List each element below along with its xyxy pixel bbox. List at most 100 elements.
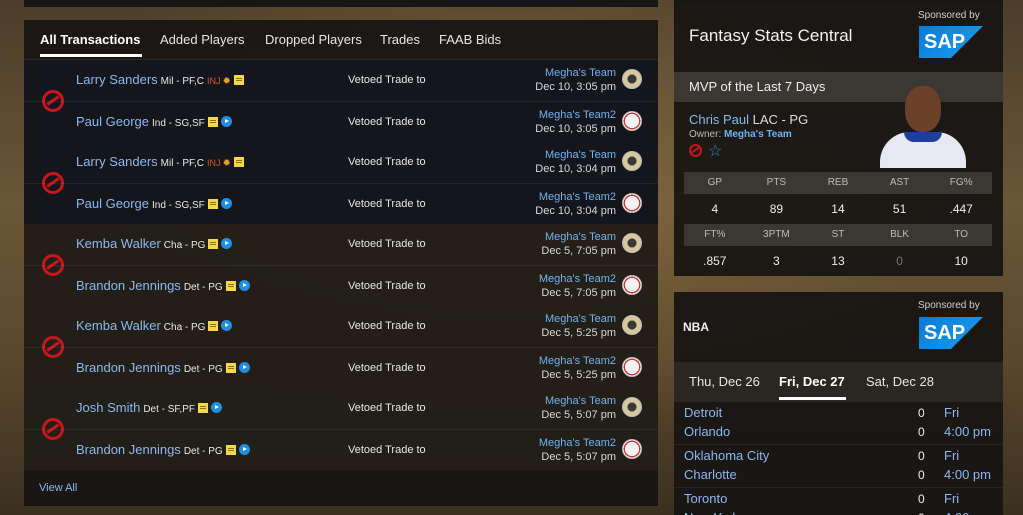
note-icon[interactable] — [208, 239, 219, 249]
tab-added-players[interactable]: Added Players — [160, 32, 245, 47]
stats-values-row-1: 4 89 14 51 .447 — [684, 194, 992, 224]
player-link[interactable]: Brandon Jennings Det - PG — [76, 278, 250, 293]
tab-dropped-players[interactable]: Dropped Players — [265, 32, 362, 47]
away-team-link[interactable]: Detroit — [684, 405, 722, 420]
note-icon[interactable] — [198, 403, 208, 413]
tab-faab-bids[interactable]: FAAB Bids — [439, 32, 501, 47]
stat-value: 3 — [773, 254, 780, 268]
video-play-icon[interactable] — [238, 280, 250, 291]
team-logo-icon[interactable] — [622, 397, 642, 417]
video-play-icon[interactable] — [238, 444, 250, 455]
video-play-icon[interactable] — [221, 238, 233, 249]
player-name[interactable]: Larry Sanders — [76, 154, 158, 169]
team-logo-icon[interactable] — [622, 193, 642, 213]
home-team-link[interactable]: New York — [684, 510, 739, 515]
fantasy-team-link[interactable]: Megha's Team — [545, 231, 616, 243]
view-all-link[interactable]: View All — [39, 482, 77, 494]
note-icon[interactable] — [207, 199, 218, 209]
team-logo-icon[interactable] — [622, 357, 642, 377]
tab-all-transactions[interactable]: All Transactions — [40, 32, 140, 47]
note-icon[interactable] — [225, 281, 236, 291]
note-icon[interactable] — [208, 321, 219, 331]
home-team-link[interactable]: Charlotte — [684, 467, 737, 482]
game-time-link[interactable]: 4:00 pm — [944, 424, 991, 439]
player-name[interactable]: Paul George — [76, 114, 149, 129]
away-team-link[interactable]: Oklahoma City — [684, 448, 769, 463]
tab-day-3[interactable]: Sat, Dec 28 — [866, 374, 934, 389]
game-row[interactable]: Detroit Orlando 0 0 Fri 4:00 pm — [674, 402, 1003, 445]
home-score: 0 — [918, 425, 925, 439]
note-icon[interactable] — [225, 445, 236, 455]
transaction-row: Larry Sanders Mil - PF,C INJ ✹ Vetoed Trade … — [24, 60, 658, 101]
player-name[interactable]: Josh Smith — [76, 400, 140, 415]
team-logo-icon[interactable] — [622, 69, 642, 89]
stat-value: 51 — [892, 202, 907, 216]
player-name[interactable]: Brandon Jennings — [76, 360, 181, 375]
video-play-icon[interactable] — [220, 116, 232, 127]
team-logo-icon[interactable] — [622, 151, 642, 171]
mvp-player-link[interactable]: Chris Paul LAC - PG — [689, 112, 808, 127]
stat-value: 13 — [831, 254, 845, 268]
home-team-link[interactable]: Orlando — [684, 424, 730, 439]
owner-team-link[interactable]: Megha's Team — [724, 129, 792, 140]
tab-day-1[interactable]: Thu, Dec 26 — [689, 374, 760, 389]
fantasy-team-link[interactable]: Megha's Team — [545, 67, 616, 79]
player-link[interactable]: Brandon Jennings Det - PG — [76, 360, 250, 375]
game-day-link[interactable]: Fri — [944, 405, 959, 420]
team-logo-icon[interactable] — [622, 233, 642, 253]
player-link[interactable]: Larry Sanders Mil - PF,C INJ ✹ — [76, 154, 244, 169]
note-icon[interactable] — [207, 117, 218, 127]
player-name[interactable]: Kemba Walker — [76, 318, 161, 333]
player-name[interactable]: Brandon Jennings — [76, 278, 181, 293]
video-play-icon[interactable] — [238, 362, 250, 373]
tab-day-2[interactable]: Fri, Dec 27 — [779, 374, 845, 389]
sap-logo[interactable]: SAP — [919, 317, 983, 349]
fantasy-team-link[interactable]: Megha's Team2 — [539, 437, 616, 449]
team-logo-icon[interactable] — [622, 439, 642, 459]
note-icon[interactable] — [233, 157, 244, 167]
player-link[interactable]: Paul George Ind - SG,SF — [76, 196, 232, 211]
game-row[interactable]: Oklahoma City Charlotte 0 0 Fri 4:00 pm — [674, 445, 1003, 488]
team-logo-icon[interactable] — [622, 111, 642, 131]
player-name[interactable]: Kemba Walker — [76, 236, 161, 251]
sap-logo[interactable]: SAP — [919, 26, 983, 58]
fantasy-team-link[interactable]: Megha's Team2 — [539, 273, 616, 285]
game-time-link[interactable]: 4:00 pm — [944, 467, 991, 482]
star-icon[interactable]: ☆ — [708, 141, 722, 161]
video-play-icon[interactable] — [221, 320, 233, 331]
player-link[interactable]: Larry Sanders Mil - PF,C INJ ✹ — [76, 72, 244, 87]
mvp-player-name[interactable]: Chris Paul — [689, 112, 749, 127]
game-row[interactable]: Toronto New York 0 0 Fri 4:00 pm — [674, 488, 1003, 515]
fantasy-team-link[interactable]: Megha's Team2 — [539, 109, 616, 121]
player-link[interactable]: Brandon Jennings Det - PG — [76, 442, 250, 457]
away-team-link[interactable]: Toronto — [684, 491, 727, 506]
stat-head: BLK — [890, 229, 910, 240]
video-play-icon[interactable] — [211, 402, 222, 413]
team-logo-icon[interactable] — [622, 315, 642, 335]
player-link[interactable]: Kemba Walker Cha - PG — [76, 318, 233, 333]
player-link[interactable]: Josh Smith Det - SF,PF — [76, 400, 222, 415]
fantasy-team-link[interactable]: Megha's Team — [545, 313, 616, 325]
game-time-link[interactable]: 4:00 pm — [944, 510, 991, 515]
transaction-group: Kemba Walker Cha - PG Vetoed Trade to Megha… — [24, 306, 658, 388]
team-logo-icon[interactable] — [622, 275, 642, 295]
player-name[interactable]: Brandon Jennings — [76, 442, 181, 457]
player-name[interactable]: Larry Sanders — [76, 72, 158, 87]
transaction-action: Vetoed Trade to — [348, 280, 426, 292]
note-icon[interactable] — [233, 75, 244, 85]
fantasy-team-link[interactable]: Megha's Team — [545, 149, 616, 161]
game-day-link[interactable]: Fri — [944, 491, 959, 506]
note-icon[interactable] — [225, 363, 236, 373]
fantasy-team-link[interactable]: Megha's Team2 — [539, 191, 616, 203]
stats-values-row-2: .857 3 13 0 10 — [684, 246, 992, 276]
player-link[interactable]: Paul George Ind - SG,SF — [76, 114, 232, 129]
game-day-link[interactable]: Fri — [944, 448, 959, 463]
tab-trades[interactable]: Trades — [380, 32, 420, 47]
transaction-group: Larry Sanders Mil - PF,C INJ ✹ Vetoed Trade … — [24, 60, 658, 142]
player-link[interactable]: Kemba Walker Cha - PG — [76, 236, 233, 251]
player-name[interactable]: Paul George — [76, 196, 149, 211]
fantasy-team-link[interactable]: Megha's Team — [545, 395, 616, 407]
fantasy-team-link[interactable]: Megha's Team2 — [539, 355, 616, 367]
stat-head: PTS — [766, 177, 787, 188]
video-play-icon[interactable] — [220, 198, 232, 209]
